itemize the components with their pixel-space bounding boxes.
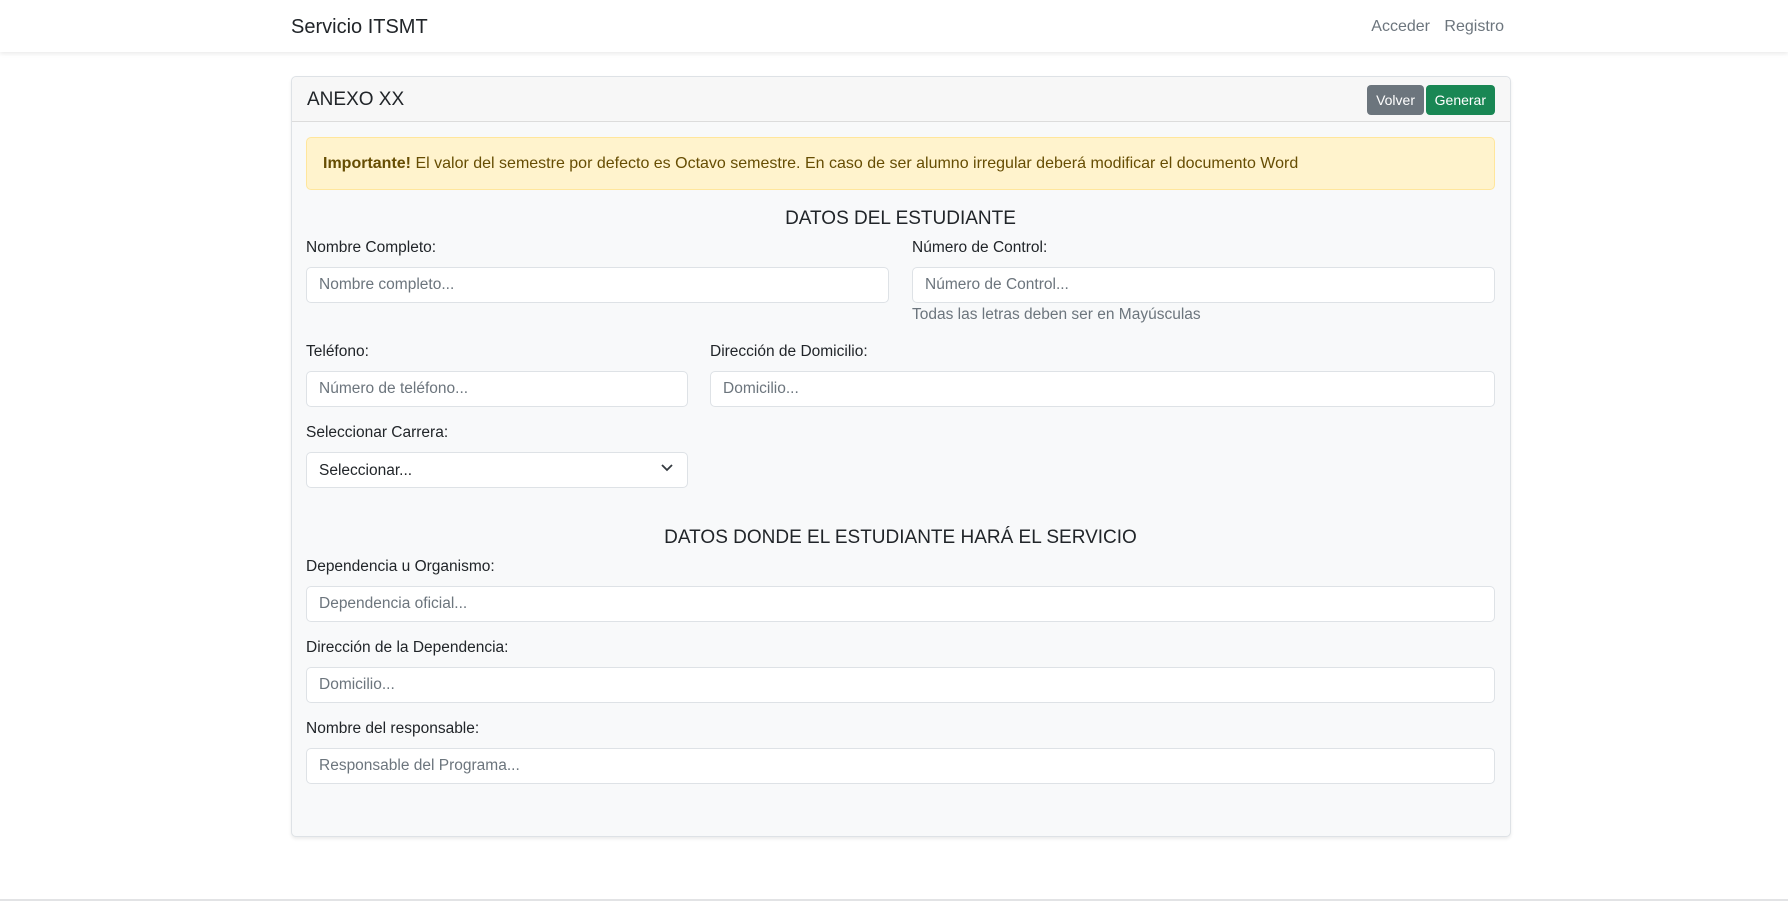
name-input[interactable] [306,267,889,303]
responsible-label: Nombre del responsable: [306,720,480,737]
control-input[interactable] [912,267,1495,303]
nav-link-registro[interactable]: Registro [1444,18,1504,35]
chevron-down-icon [661,461,673,476]
nav-links: Acceder Registro [1361,18,1504,36]
footer-divider [0,899,1788,901]
warning-alert: Importante! El valor del semestre por de… [306,137,1495,190]
alert-text: El valor del semestre por defecto es Oct… [411,155,1299,172]
dep-address-input[interactable] [306,667,1495,703]
service-section-title: DATOS DONDE EL ESTUDIANTE HARÁ EL SERVIC… [664,527,1137,548]
address-input[interactable] [710,371,1495,407]
address-label: Dirección de Domicilio: [710,343,868,360]
card-title: ANEXO XX [307,89,405,110]
navbar: Servicio ITSMT Acceder Registro [0,0,1788,52]
phone-input[interactable] [306,371,688,407]
alert-strong: Importante! [323,155,411,172]
nav-link-acceder[interactable]: Acceder [1371,18,1430,35]
back-button[interactable]: Volver [1367,85,1424,115]
dependency-label: Dependencia u Organismo: [306,558,495,575]
generate-button[interactable]: Generar [1425,85,1495,115]
dependency-input[interactable] [306,586,1495,622]
brand[interactable]: Servicio ITSMT [291,16,428,39]
name-label: Nombre Completo: [306,239,437,256]
phone-label: Teléfono: [306,343,369,360]
control-label: Número de Control: [912,239,1048,256]
control-help: Todas las letras deben ser en Mayúsculas [912,306,1201,323]
career-label: Seleccionar Carrera: [306,424,449,441]
career-select-value: Seleccionar... [319,462,413,479]
career-select[interactable]: Seleccionar... [306,452,688,488]
responsible-input[interactable] [306,748,1495,784]
dep-address-label: Dirección de la Dependencia: [306,639,509,656]
student-section-title: DATOS DEL ESTUDIANTE [785,208,1016,229]
card-header: ANEXO XX Volver Generar [292,77,1510,122]
